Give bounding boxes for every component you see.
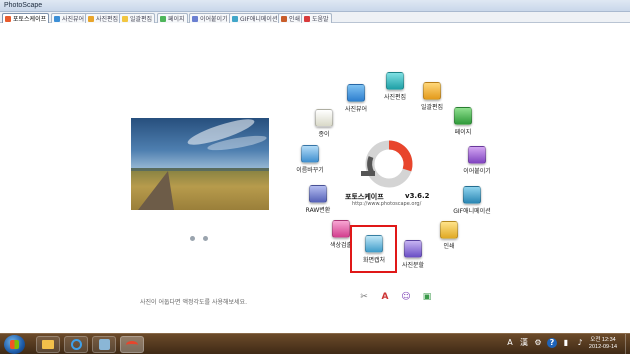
splitter-icon [404,240,422,258]
photo-pager [190,236,208,241]
menu-label: 이어붙이기 [463,168,491,175]
menu-raw[interactable]: RAW변환 [288,185,348,214]
tools-icon[interactable]: ✂ [357,290,371,304]
raw-icon [309,185,327,203]
taskbar: A 漢 ⚙ ? ▮ ♪ 오전 12:34 2012-09-14 [0,333,630,354]
tab-combine[interactable]: 이어붙이기 [189,13,231,23]
menu-combine[interactable]: 이어붙이기 [447,146,507,175]
tab-label: 사진뷰어 [62,16,85,23]
paper-icon [315,109,333,127]
menu-label: 이름바꾸기 [296,167,324,174]
batch-icon [423,82,441,100]
gif-tab-icon [232,15,238,22]
viewer-icon [347,84,365,102]
tab-label: GIF애니메이션 [240,16,278,23]
app-version: v3.6.2 [405,192,430,200]
tab-label: 도움말 [312,16,329,23]
system-tray: A 漢 ⚙ ? ▮ ♪ [505,338,585,348]
photo-boardwalk [137,171,174,210]
tab-label: 사진편집 [96,16,119,23]
help-icon[interactable]: ? [547,338,557,348]
tab-editor[interactable]: 사진편집 [85,13,122,23]
tab-help[interactable]: 도움말 [301,13,332,23]
tab-label: 페이지 [168,16,185,23]
combine-tab-icon [192,15,198,22]
page-tab-icon [160,15,166,22]
network-icon[interactable]: ▮ [561,338,571,348]
color-picker-icon [332,220,350,238]
menu-rename[interactable]: 이름바꾸기 [280,145,340,174]
hint-text: 사진이 어둡다면 액정각도를 사용해보세요. [140,299,247,306]
menu-page[interactable]: 페이지 [433,107,493,136]
pager-dot[interactable] [190,236,195,241]
tab-print[interactable]: 인쇄 [278,13,304,23]
menu-label: GIF애니메이션 [453,208,491,215]
tab-batch[interactable]: 일괄편집 [119,13,156,23]
sample-photo [131,118,269,210]
tab-label: 이어붙이기 [200,16,228,23]
clock[interactable]: 오전 12:34 2012-09-14 [583,337,623,351]
show-desktop-button[interactable] [625,334,630,354]
ie-button[interactable] [64,336,88,353]
tray-settings-icon[interactable]: ⚙ [533,338,543,348]
help-tab-icon [304,15,310,22]
window-title: PhotoScape [4,2,43,9]
tab-gif[interactable]: GIF애니메이션 [229,13,281,23]
tab-label: 인쇄 [289,16,301,23]
app-button[interactable] [92,336,116,353]
photoscape-taskbar-button[interactable] [120,336,144,353]
menu-label: RAW변환 [305,207,331,214]
start-button[interactable] [4,335,25,354]
rename-icon [301,145,319,163]
print-tab-icon [281,15,287,22]
photoscape-logo [361,140,413,188]
editor-tab-icon [88,15,94,22]
image-icon[interactable]: ▣ [420,290,434,304]
print-icon [440,221,458,239]
gif-icon [463,186,481,204]
title-bar: PhotoScape [0,0,630,12]
clock-date: 2012-09-14 [588,344,618,350]
batch-tab-icon [122,15,128,22]
menu-label: 종이 [318,131,330,138]
menu-gif[interactable]: GIF애니메이션 [442,186,502,215]
user-icon[interactable]: ☺ [399,290,413,304]
viewer-tab-icon [54,15,60,22]
photoscape-icon [126,340,138,349]
font-icon[interactable]: A [378,290,392,304]
menu-paper[interactable]: 종이 [294,109,354,138]
combine-icon [468,146,486,164]
bottom-toolbar: ✂ A ☺ ▣ [357,290,434,304]
folder-icon [42,340,54,349]
photoscape-tab-icon [5,15,11,22]
windows-logo-icon [10,340,19,349]
clock-time: 오전 12:34 [590,337,616,343]
page-icon [454,107,472,125]
ie-icon [70,339,82,350]
screen-capture-highlight [350,225,397,273]
explorer-button[interactable] [36,336,60,353]
tab-label: 포토스케이프 [13,16,47,23]
tab-page[interactable]: 페이지 [157,13,188,23]
keyboard-icon[interactable]: A [505,338,515,348]
tab-label: 일괄편집 [130,16,153,23]
pager-dot[interactable] [203,236,208,241]
ime-icon[interactable]: 漢 [519,338,529,348]
tab-bar: 포토스케이프 사진뷰어 사진편집 일괄편집 페이지 이어붙이기 GIF애니메이션… [0,12,630,23]
tab-viewer[interactable]: 사진뷰어 [51,13,88,23]
app-icon [98,339,110,350]
menu-label: 페이지 [454,129,472,136]
tab-photoscape[interactable]: 포토스케이프 [2,13,50,23]
app-url[interactable]: http://www.photoscape.org/ [352,201,421,207]
